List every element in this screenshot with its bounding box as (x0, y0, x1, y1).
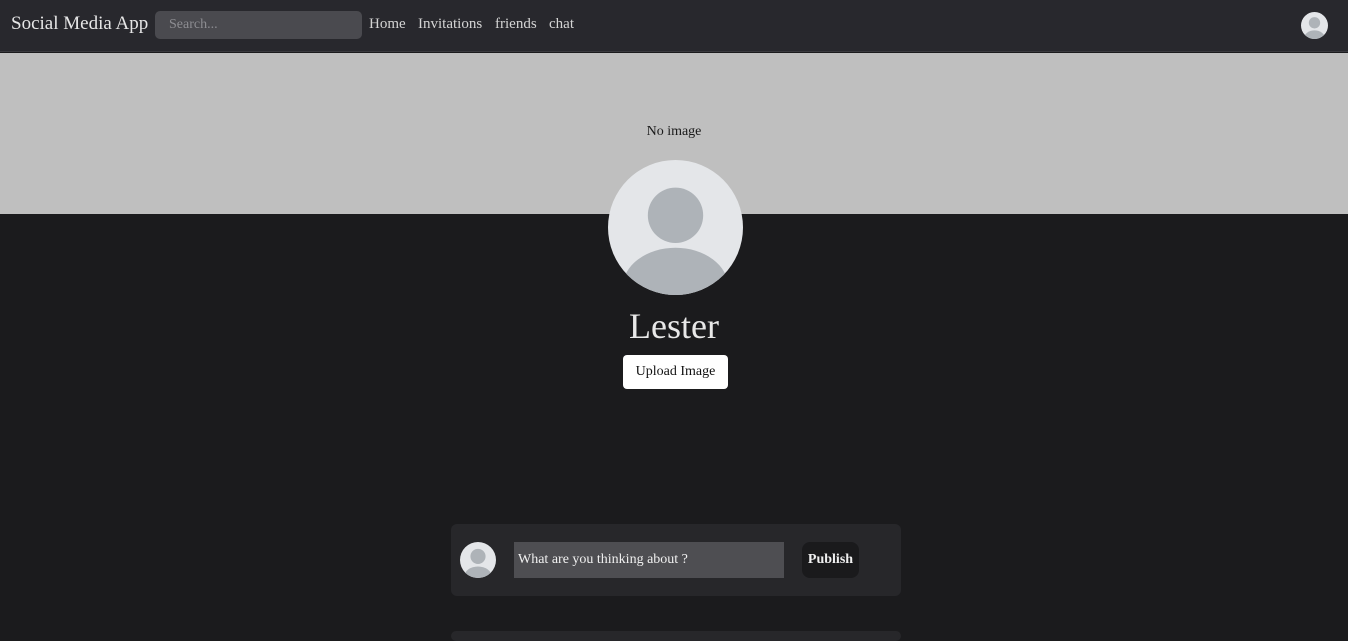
upload-image-button[interactable]: Upload Image (623, 355, 728, 389)
profile-avatar-icon (608, 160, 743, 295)
user-avatar-icon[interactable] (1301, 12, 1328, 39)
nav-link-invitations[interactable]: Invitations (418, 16, 482, 33)
navbar: Social Media App Home Invitations friend… (0, 0, 1348, 52)
nav-link-chat[interactable]: chat (549, 16, 574, 33)
composer-avatar-icon (460, 542, 496, 578)
brand-title[interactable]: Social Media App (11, 13, 148, 35)
profile-name: Lester (629, 306, 719, 346)
post-card (451, 631, 901, 641)
post-input[interactable] (514, 542, 784, 578)
publish-button[interactable]: Publish (802, 542, 859, 578)
cover-placeholder-text: No image (646, 124, 702, 139)
nav-link-friends[interactable]: friends (495, 16, 537, 33)
nav-link-home[interactable]: Home (369, 16, 406, 33)
search-input[interactable] (155, 11, 362, 39)
post-composer: Publish (451, 524, 901, 596)
